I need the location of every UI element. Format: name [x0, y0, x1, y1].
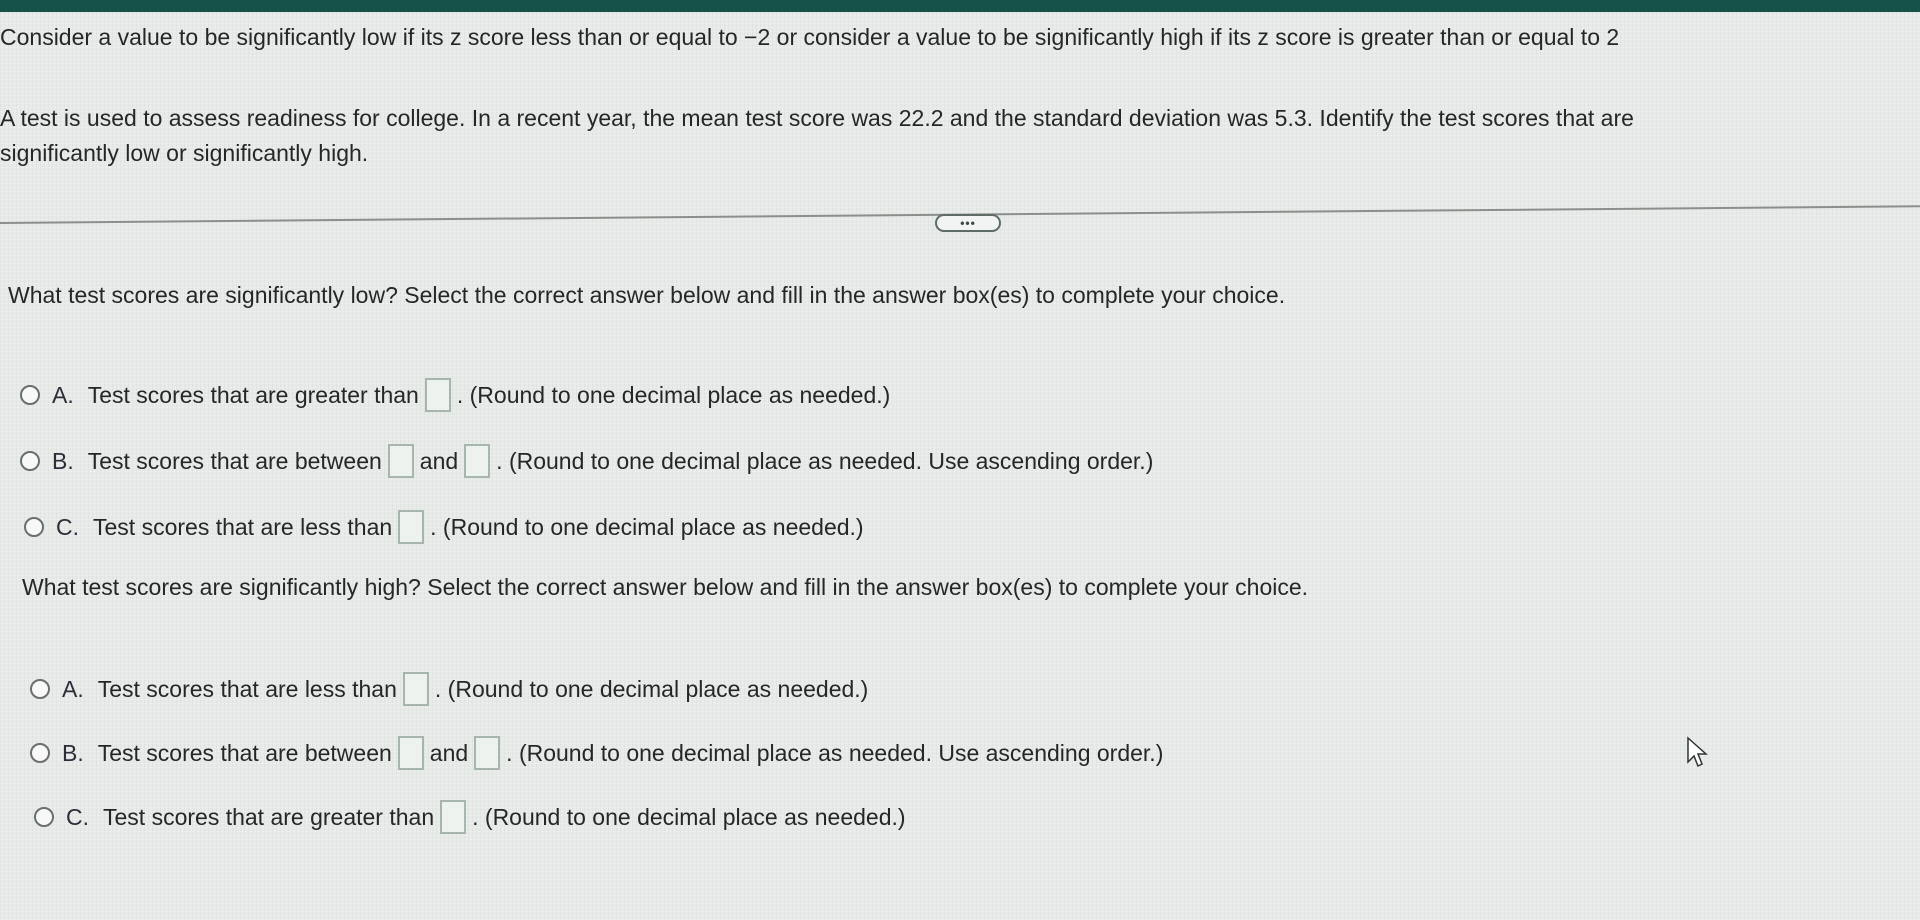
high-question-prompt: What test scores are significantly high?… [22, 574, 1309, 600]
low-option-c[interactable]: C. Test scores that are less than . (Rou… [24, 510, 864, 544]
high-option-a[interactable]: A. Test scores that are less than . (Rou… [30, 672, 868, 706]
option-and: and [429, 739, 469, 766]
option-hint: . (Round to one decimal place as needed.… [434, 675, 869, 702]
low-question-prompt: What test scores are significantly low? … [8, 282, 1286, 308]
answer-box[interactable] [402, 672, 429, 706]
answer-box[interactable] [424, 378, 451, 412]
option-text: Test scores that are between [87, 447, 382, 474]
answer-box-upper[interactable] [464, 444, 491, 478]
radio-button[interactable] [24, 517, 44, 537]
high-option-c[interactable]: C. Test scores that are greater than . (… [34, 800, 906, 834]
option-letter: C. [66, 803, 89, 830]
option-letter: C. [56, 513, 79, 540]
header-bar [0, 0, 1920, 12]
radio-button[interactable] [20, 385, 40, 405]
option-hint: . (Round to one decimal place as needed.… [472, 803, 906, 830]
answer-box[interactable] [440, 800, 467, 834]
option-text: Test scores that are greater than [87, 381, 419, 408]
option-hint: . (Round to one decimal place as needed.… [430, 513, 864, 540]
option-hint: . (Round to one decimal place as needed.… [456, 381, 891, 408]
option-text: Test scores that are greater than [103, 803, 435, 830]
answer-box-lower[interactable] [387, 444, 414, 478]
option-letter: B. [62, 739, 84, 766]
option-text: Test scores that are less than [93, 513, 393, 540]
answer-box-lower[interactable] [397, 736, 424, 770]
intro-text: Consider a value to be significantly low… [0, 24, 1620, 50]
problem-text-line2: significantly low or significantly high. [0, 140, 369, 166]
answer-box-upper[interactable] [474, 736, 501, 770]
low-option-b[interactable]: B. Test scores that are between and . (R… [20, 444, 1153, 478]
option-and: and [419, 447, 459, 474]
high-option-b[interactable]: B. Test scores that are between and . (R… [30, 736, 1163, 770]
option-hint: . (Round to one decimal place as needed.… [496, 447, 1154, 474]
radio-button[interactable] [20, 451, 40, 471]
option-letter: B. [52, 447, 74, 474]
mouse-cursor-icon [1687, 736, 1708, 768]
option-text: Test scores that are less than [97, 675, 397, 702]
option-text: Test scores that are between [97, 739, 392, 766]
expand-more-button[interactable]: ••• [935, 214, 1001, 232]
low-option-a[interactable]: A. Test scores that are greater than . (… [20, 378, 890, 412]
problem-text-line1: A test is used to assess readiness for c… [0, 105, 1634, 131]
option-hint: . (Round to one decimal place as needed.… [506, 739, 1164, 766]
option-letter: A. [62, 675, 84, 702]
option-letter: A. [52, 381, 74, 408]
answer-box[interactable] [398, 510, 425, 544]
radio-button[interactable] [34, 807, 54, 827]
radio-button[interactable] [30, 679, 50, 699]
radio-button[interactable] [30, 743, 50, 763]
